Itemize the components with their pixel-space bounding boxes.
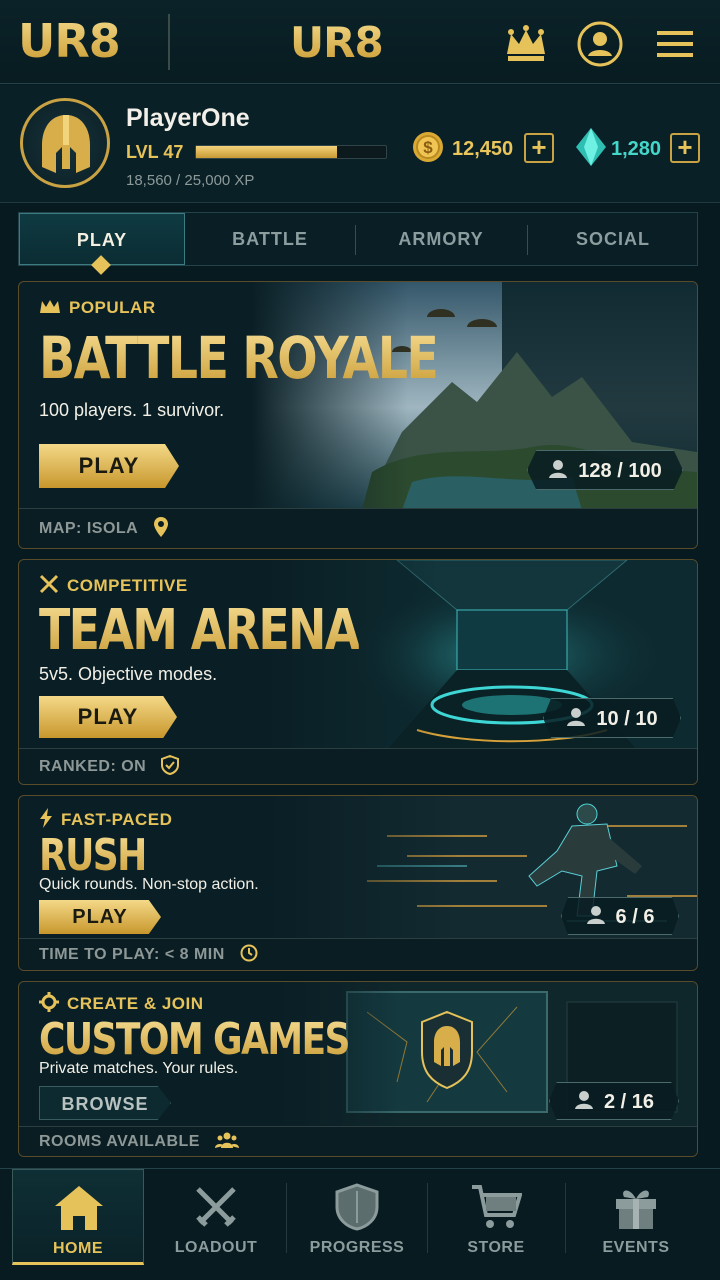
player-count: 10 / 10 [543,698,681,738]
shield-check-icon [161,754,180,776]
crossed-swords-icon [196,1187,236,1227]
crown-icon [40,300,60,313]
shield-icon [335,1183,379,1231]
nav-events[interactable]: EVENTS [566,1169,706,1265]
tab-social[interactable]: SOCIAL [527,213,699,265]
crossed-swords-icon [39,574,59,594]
menu-icon[interactable] [650,20,698,68]
mode-footer: RANKED: ON [19,748,697,784]
mode-footer: MAP: ISOLA [19,508,697,548]
avatar[interactable] [20,98,110,188]
nav-loadout[interactable]: LOADOUT [148,1169,284,1265]
top-bar: UR8 UR8 [0,0,720,84]
coin-icon: $ [413,132,443,162]
coin-balance: 12,450 [452,138,514,160]
mode-footer: TIME TO PLAY: < 8 MIN [19,938,697,970]
mode-footer: ROOMS AVAILABLE [19,1126,697,1156]
play-button[interactable]: PLAY [39,444,179,488]
browse-button[interactable]: BROWSE [39,1086,171,1120]
nav-store[interactable]: STORE [428,1169,564,1265]
gear-icon [39,992,59,1012]
mode-card-battle-royale[interactable]: POPULAR BATTLE ROYALE 100 players. 1 sur… [18,281,698,549]
mode-card-team-arena[interactable]: COMPETITIVE TEAM ARENA 5v5. Objective mo… [18,559,698,785]
person-icon [549,460,568,478]
add-gems-button[interactable]: + [670,133,700,163]
gem-icon [576,128,606,166]
crown-icon[interactable] [502,20,550,68]
person-icon [574,1091,593,1109]
nav-label: EVENTS [602,1239,670,1256]
svg-text:$: $ [423,138,433,157]
player-level: LVL 47 [126,142,184,162]
mode-subtitle: 100 players. 1 survivor. [39,400,225,420]
tab-armory[interactable]: ARMORY [355,213,527,265]
xp-bar [195,145,387,159]
clock-icon [240,944,258,962]
mode-tag: FAST-PACED [39,808,172,830]
mode-card-custom-games[interactable]: CREATE & JOIN CUSTOM GAMES Private match… [18,981,698,1157]
mode-subtitle: 5v5. Objective modes. [39,664,218,684]
nav-label: LOADOUT [174,1239,258,1256]
mode-title: CUSTOM GAMES [39,1014,351,1065]
room-count: 2 / 16 [549,1082,679,1120]
profile-icon[interactable] [576,20,624,68]
player-count: 128 / 100 [527,450,683,490]
lightning-icon [40,808,52,828]
nav-divider [286,1183,287,1253]
nav-label: STORE [467,1239,525,1256]
play-button[interactable]: PLAY [39,696,177,738]
map-pin-icon [153,517,168,537]
player-xp: 18,560 / 25,000 XP [126,172,255,189]
gem-balance: 1,280 [611,138,662,160]
nav-label: PROGRESS [309,1239,405,1256]
mode-tabs: PLAY BATTLE ARMORY SOCIAL [18,212,698,266]
tab-battle[interactable]: BATTLE [185,213,355,265]
xp-bar-fill [196,146,337,158]
person-icon [567,708,586,726]
mode-tag: COMPETITIVE [39,574,188,596]
home-icon [55,1186,103,1230]
spartan-helmet-icon [42,115,90,173]
divider [168,14,170,70]
nav-progress[interactable]: PROGRESS [288,1169,426,1265]
mode-title: BATTLE ROYALE [39,324,439,392]
gift-icon [616,1190,656,1229]
mode-subtitle: Quick rounds. Non-stop action. [39,876,259,893]
group-icon [214,1132,239,1148]
cart-icon [472,1185,522,1228]
logo-left: UR8 [18,14,121,68]
nav-home[interactable]: HOME [12,1169,144,1265]
nav-label: HOME [53,1240,103,1257]
play-button[interactable]: PLAY [39,900,161,934]
mode-title: RUSH [39,830,147,881]
add-coins-button[interactable]: + [524,133,554,163]
player-count: 6 / 6 [561,897,679,935]
mode-title: TEAM ARENA [39,598,360,663]
mode-tag: CREATE & JOIN [39,992,204,1014]
mode-tag: POPULAR [39,298,156,318]
person-icon [586,906,605,924]
logo-center: UR8 [290,18,384,67]
mode-subtitle: Private matches. Your rules. [39,1060,239,1077]
player-name: PlayerOne [126,104,250,132]
bottom-nav: HOME LOADOUT PROGRESS STORE EVENTS [0,1168,720,1280]
mode-card-rush[interactable]: FAST-PACED RUSH Quick rounds. Non-stop a… [18,795,698,971]
